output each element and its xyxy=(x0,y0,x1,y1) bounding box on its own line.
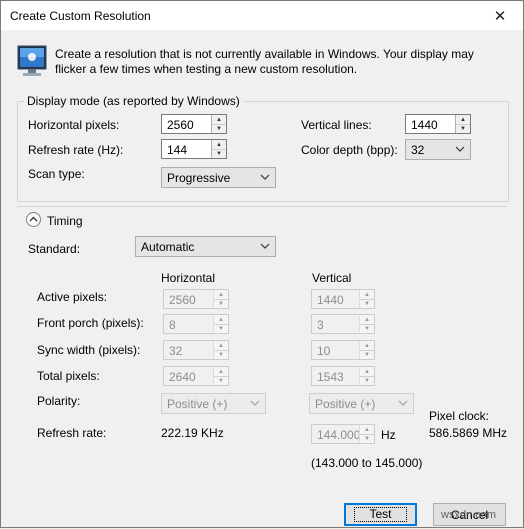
spin-down-icon: ▼ xyxy=(218,377,224,384)
pixel-clock-value: 586.5869 MHz xyxy=(429,426,508,440)
front-porch-h-stepper: 8 ▲ ▼ xyxy=(163,314,229,334)
window-title: Create Custom Resolution xyxy=(10,9,151,23)
vertical-lines-label: Vertical lines: xyxy=(301,118,372,132)
total-pixels-label: Total pixels: xyxy=(37,369,100,383)
sync-width-v-stepper: 10 ▲ ▼ xyxy=(311,340,375,360)
chevron-down-icon xyxy=(260,174,270,180)
total-pixels-h-value: 2640 xyxy=(169,370,196,384)
sync-width-h-value: 32 xyxy=(169,344,183,358)
sync-width-label: Sync width (pixels): xyxy=(37,343,141,357)
refresh-rate-label: Refresh rate (Hz): xyxy=(28,143,124,157)
pixel-clock-label: Pixel clock: xyxy=(429,409,490,423)
horizontal-refresh-value: 222.19 KHz xyxy=(161,426,224,440)
spin-down-icon: ▼ xyxy=(364,435,370,442)
chevron-down-icon xyxy=(455,146,465,152)
polarity-h-value: Positive (+) xyxy=(167,397,228,411)
chevron-down-icon xyxy=(250,400,260,406)
polarity-v-select: Positive (+) xyxy=(309,393,414,414)
vertical-column-header: Vertical xyxy=(312,271,352,285)
chevron-down-icon xyxy=(260,243,270,249)
active-pixels-v-value: 1440 xyxy=(317,293,344,307)
horizontal-pixels-label: Horizontal pixels: xyxy=(28,118,120,132)
close-button[interactable]: ✕ xyxy=(477,1,523,31)
sync-width-h-stepper: 32 ▲ ▼ xyxy=(163,340,229,360)
refresh-range: (143.000 to 145.000) xyxy=(311,456,423,470)
horizontal-column-header: Horizontal xyxy=(161,271,216,285)
monitor-icon xyxy=(17,45,47,76)
standard-select[interactable]: Automatic xyxy=(135,236,276,257)
vertical-lines-stepper[interactable]: 1440 ▲ ▼ xyxy=(405,114,471,134)
intro-text: Create a resolution that is not currentl… xyxy=(55,47,474,76)
scan-type-value: Progressive xyxy=(167,171,231,185)
color-depth-label: Color depth (bpp): xyxy=(301,143,398,157)
chevron-down-icon xyxy=(398,400,408,406)
timing-separator xyxy=(17,206,507,207)
color-depth-value: 32 xyxy=(411,143,425,157)
watermark: wsxdn.com xyxy=(441,509,497,521)
spin-down-icon: ▼ xyxy=(364,325,370,332)
total-pixels-v-stepper: 1543 ▲ ▼ xyxy=(311,366,375,386)
spin-down-icon: ▼ xyxy=(218,351,224,358)
horizontal-pixels-value: 2560 xyxy=(167,118,194,132)
refresh-rate-value: 144 xyxy=(167,143,188,157)
test-button-label: Test xyxy=(354,507,407,522)
active-pixels-label: Active pixels: xyxy=(37,290,108,304)
spin-down-icon[interactable]: ▼ xyxy=(456,124,470,133)
front-porch-h-value: 8 xyxy=(169,318,176,332)
front-porch-v-stepper: 3 ▲ ▼ xyxy=(311,314,375,334)
front-porch-label: Front porch (pixels): xyxy=(37,316,144,330)
active-pixels-h-stepper: 2560 ▲ ▼ xyxy=(163,289,229,309)
spin-down-icon: ▼ xyxy=(218,300,224,307)
spin-down-icon[interactable]: ▼ xyxy=(212,124,226,133)
scan-type-select[interactable]: Progressive xyxy=(161,167,276,188)
title-bar: Create Custom Resolution ✕ xyxy=(0,0,524,31)
spin-down-icon[interactable]: ▼ xyxy=(212,149,226,158)
polarity-v-value: Positive (+) xyxy=(315,397,376,411)
total-pixels-h-stepper: 2640 ▲ ▼ xyxy=(163,366,229,386)
timing-collapse-toggle[interactable] xyxy=(26,212,41,227)
display-mode-legend: Display mode (as reported by Windows) xyxy=(24,94,243,108)
active-pixels-h-value: 2560 xyxy=(169,293,196,307)
test-button[interactable]: Test xyxy=(344,503,417,526)
polarity-label: Polarity: xyxy=(37,394,81,408)
timing-refresh-rate-label: Refresh rate: xyxy=(37,426,107,440)
active-pixels-v-stepper: 1440 ▲ ▼ xyxy=(311,289,375,309)
total-pixels-v-value: 1543 xyxy=(317,370,344,384)
chevron-up-icon xyxy=(29,216,38,222)
vertical-refresh-value: 144.000 xyxy=(317,428,361,442)
polarity-h-select: Positive (+) xyxy=(161,393,266,414)
front-porch-v-value: 3 xyxy=(317,318,324,332)
standard-label: Standard: xyxy=(28,242,81,256)
vertical-lines-value: 1440 xyxy=(411,118,438,132)
scan-type-label: Scan type: xyxy=(28,167,85,181)
spin-down-icon: ▼ xyxy=(364,300,370,307)
hz-unit: Hz xyxy=(381,428,396,442)
spin-down-icon: ▼ xyxy=(364,351,370,358)
spin-down-icon: ▼ xyxy=(364,377,370,384)
horizontal-pixels-stepper[interactable]: 2560 ▲ ▼ xyxy=(161,114,227,134)
color-depth-select[interactable]: 32 xyxy=(405,139,471,160)
refresh-rate-stepper[interactable]: 144 ▲ ▼ xyxy=(161,139,227,159)
spin-down-icon: ▼ xyxy=(218,325,224,332)
close-icon: ✕ xyxy=(493,8,507,25)
vertical-refresh-stepper: 144.000 ▲ ▼ xyxy=(311,424,375,444)
standard-value: Automatic xyxy=(141,240,195,254)
sync-width-v-value: 10 xyxy=(317,344,331,358)
timing-label: Timing xyxy=(47,214,86,228)
